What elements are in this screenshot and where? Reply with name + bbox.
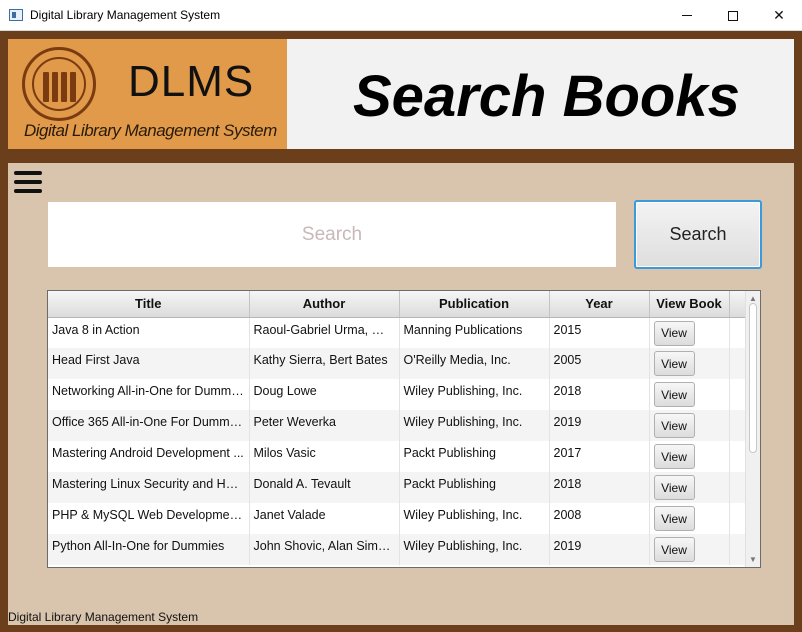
minimize-icon bbox=[682, 15, 692, 16]
cell-action: View bbox=[649, 348, 730, 379]
cell-title: Networking All-in-One for Dummies bbox=[48, 379, 250, 410]
cell-title: Head First Java bbox=[48, 348, 250, 379]
table-row[interactable]: Python All-In-One for Dummies John Shovi… bbox=[48, 534, 746, 565]
cell-action: View bbox=[649, 317, 730, 348]
cell-author: Raoul-Gabriel Urma, Mar... bbox=[249, 317, 400, 348]
logo-text: DLMS bbox=[128, 57, 255, 106]
column-header-title[interactable]: Title bbox=[48, 291, 250, 318]
window-title: Digital Library Management System bbox=[30, 8, 221, 22]
cell-author: Peter Weverka bbox=[249, 410, 400, 441]
cell-action: View bbox=[649, 503, 730, 534]
maximize-button[interactable] bbox=[710, 0, 756, 31]
view-book-button[interactable]: View bbox=[653, 537, 695, 562]
cell-author: Donald A. Tevault bbox=[249, 472, 400, 503]
cell-title: Java 8 in Action bbox=[48, 317, 250, 348]
cell-publication: Wiley Publishing, Inc. bbox=[399, 410, 550, 441]
cell-author: John Shovic, Alan Simpson bbox=[249, 534, 400, 565]
search-input[interactable] bbox=[48, 202, 616, 267]
cell-publication: Wiley Publishing, Inc. bbox=[399, 534, 550, 565]
view-book-button[interactable]: View bbox=[653, 413, 695, 438]
view-book-button[interactable]: View bbox=[653, 320, 695, 346]
books-table: Title Author Publication Year View Book … bbox=[47, 290, 761, 568]
cell-action: View bbox=[649, 410, 730, 441]
search-button[interactable]: Search bbox=[634, 200, 762, 269]
scrollbar-thumb[interactable] bbox=[749, 303, 757, 453]
close-icon: ✕ bbox=[773, 7, 785, 23]
cell-year: 2015 bbox=[549, 317, 650, 348]
scroll-up-icon[interactable]: ▲ bbox=[749, 294, 757, 303]
table-scrollbar[interactable]: ▲ ▼ bbox=[745, 291, 760, 567]
cell-publication: Wiley Publishing, Inc. bbox=[399, 379, 550, 410]
view-book-button[interactable]: View bbox=[653, 506, 695, 531]
table-row[interactable]: PHP & MySQL Web Development ... Janet Va… bbox=[48, 503, 746, 534]
page-title: Search Books bbox=[353, 64, 740, 129]
app-icon bbox=[9, 9, 23, 21]
table-row[interactable]: Mastering Linux Security and Hard... Don… bbox=[48, 472, 746, 503]
view-book-button[interactable]: View bbox=[653, 475, 695, 500]
table-row[interactable]: Mastering Android Development ... Milos … bbox=[48, 441, 746, 472]
minimize-button[interactable] bbox=[664, 0, 710, 31]
cell-publication: Manning Publications bbox=[399, 317, 550, 348]
close-button[interactable]: ✕ bbox=[756, 0, 802, 31]
table-row[interactable]: Head First Java Kathy Sierra, Bert Bates… bbox=[48, 348, 746, 379]
cell-action: View bbox=[649, 379, 730, 410]
status-text: Digital Library Management System bbox=[8, 610, 199, 624]
cell-author: Doug Lowe bbox=[249, 379, 400, 410]
cell-year: 2008 bbox=[549, 503, 650, 534]
cell-title: Mastering Linux Security and Hard... bbox=[48, 472, 250, 503]
column-header-filler bbox=[729, 291, 746, 318]
table-row[interactable]: Java 8 in Action Raoul-Gabriel Urma, Mar… bbox=[48, 317, 746, 348]
cell-author: Milos Vasic bbox=[249, 441, 400, 472]
cell-publication: Packt Publishing bbox=[399, 441, 550, 472]
column-header-view-book[interactable]: View Book bbox=[649, 291, 730, 318]
library-logo-icon bbox=[22, 47, 96, 121]
cell-action: View bbox=[649, 534, 730, 565]
logo-subtitle: Digital Library Management System bbox=[24, 121, 277, 140]
column-header-year[interactable]: Year bbox=[549, 291, 650, 318]
maximize-icon bbox=[728, 10, 738, 21]
cell-publication: Packt Publishing bbox=[399, 472, 550, 503]
header-title-panel: Search Books bbox=[287, 39, 794, 149]
logo-panel: DLMS Digital Library Management System bbox=[8, 39, 287, 149]
cell-title: Mastering Android Development ... bbox=[48, 441, 250, 472]
cell-author: Janet Valade bbox=[249, 503, 400, 534]
table-row[interactable]: Networking All-in-One for Dummies Doug L… bbox=[48, 379, 746, 410]
column-header-author[interactable]: Author bbox=[249, 291, 400, 318]
hamburger-menu-icon[interactable] bbox=[14, 171, 42, 193]
cell-author: Kathy Sierra, Bert Bates bbox=[249, 348, 400, 379]
window-titlebar: Digital Library Management System ✕ bbox=[0, 0, 802, 31]
cell-publication: O'Reilly Media, Inc. bbox=[399, 348, 550, 379]
scroll-down-icon[interactable]: ▼ bbox=[749, 555, 757, 564]
cell-year: 2019 bbox=[549, 534, 650, 565]
column-header-publication[interactable]: Publication bbox=[399, 291, 550, 318]
cell-year: 2017 bbox=[549, 441, 650, 472]
cell-publication: Wiley Publishing, Inc. bbox=[399, 503, 550, 534]
cell-action: View bbox=[649, 441, 730, 472]
cell-year: 2005 bbox=[549, 348, 650, 379]
cell-year: 2018 bbox=[549, 472, 650, 503]
table-row[interactable]: Office 365 All-in-One For Dummies Peter … bbox=[48, 410, 746, 441]
view-book-button[interactable]: View bbox=[653, 351, 695, 376]
view-book-button[interactable]: View bbox=[653, 382, 695, 407]
cell-title: Office 365 All-in-One For Dummies bbox=[48, 410, 250, 441]
cell-title: Python All-In-One for Dummies bbox=[48, 534, 250, 565]
cell-year: 2018 bbox=[549, 379, 650, 410]
cell-title: PHP & MySQL Web Development ... bbox=[48, 503, 250, 534]
view-book-button[interactable]: View bbox=[653, 444, 695, 469]
cell-action: View bbox=[649, 472, 730, 503]
cell-year: 2019 bbox=[549, 410, 650, 441]
table-header-row: Title Author Publication Year View Book bbox=[48, 291, 746, 318]
